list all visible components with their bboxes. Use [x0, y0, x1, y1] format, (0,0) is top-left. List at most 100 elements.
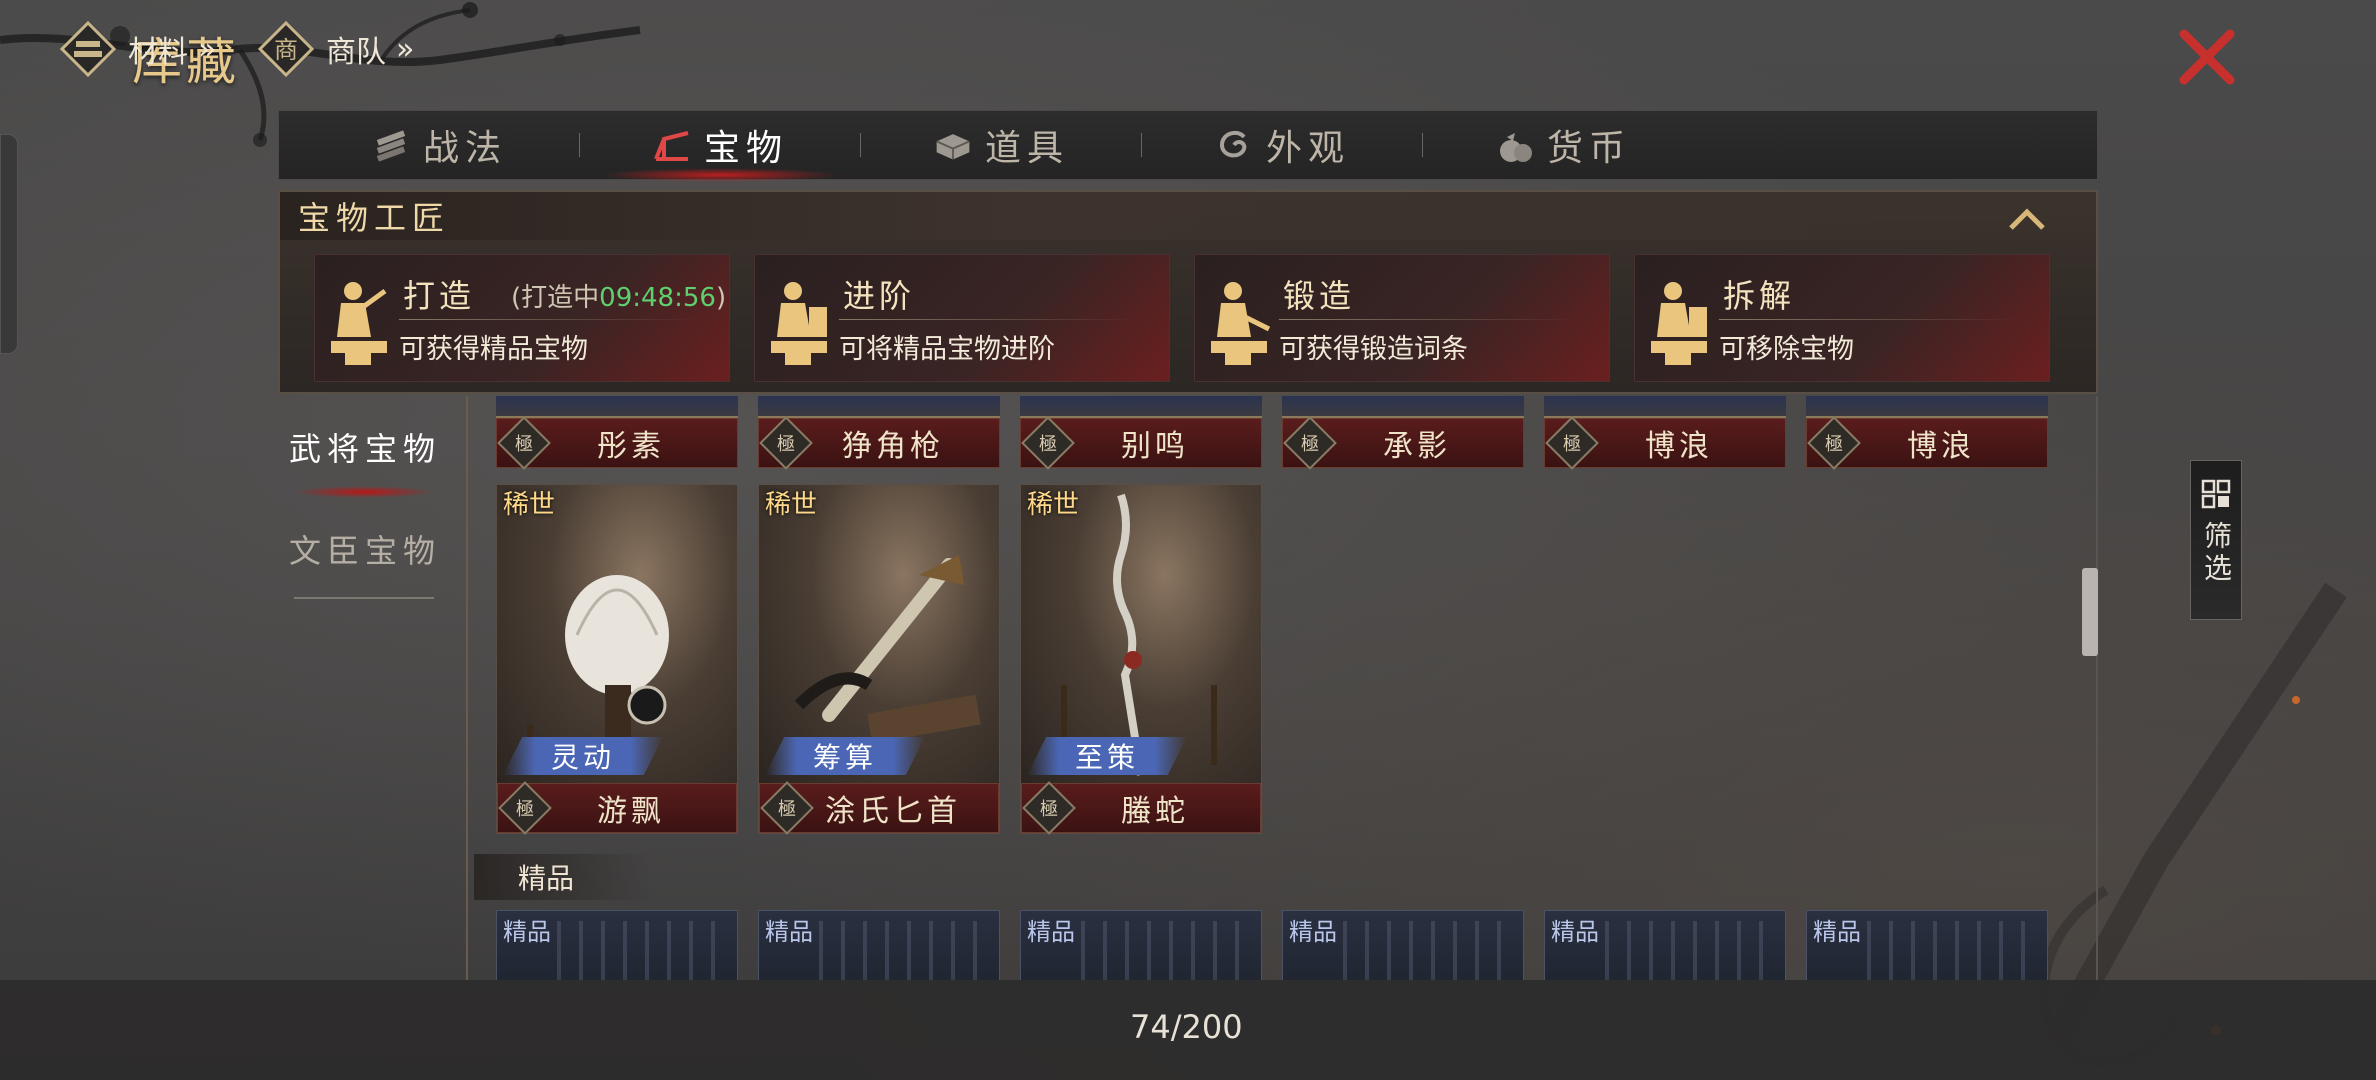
left-drawer-handle[interactable] — [0, 134, 18, 354]
swirl-icon — [1214, 125, 1254, 165]
materials-label: 材料 — [128, 35, 188, 70]
treasure-card[interactable]: 極狰角枪 — [758, 396, 1000, 470]
double-chevron-icon: » — [198, 31, 217, 67]
attribute-badge: 至策 — [1027, 737, 1187, 775]
forge-status: (打造中09:48:56) — [511, 283, 727, 313]
treasure-card[interactable]: 極博浪 — [1806, 396, 2048, 470]
filter-label: 筛选 — [2200, 521, 2233, 585]
blacksmith-icon — [331, 282, 387, 365]
fine-tag: 精品 — [503, 918, 551, 946]
fine-treasure-card[interactable]: 精品 — [758, 910, 1000, 980]
grid-filter-icon — [2201, 479, 2231, 509]
divider — [2096, 396, 2098, 980]
forge-timer: 09:48:56 — [599, 283, 716, 313]
filter-button[interactable]: 筛选 — [2190, 460, 2242, 620]
treasure-name: 博浪 — [1907, 429, 1975, 464]
blacksmith-icon — [771, 282, 827, 365]
craft-card-advance[interactable]: 进阶 可将精品宝物进阶 — [754, 254, 1170, 382]
treasure-card[interactable]: 極彤素 — [496, 396, 738, 470]
treasure-name: 螣蛇 — [1121, 794, 1189, 829]
treasure-name: 涂氏匕首 — [825, 794, 961, 829]
materials-icon — [59, 20, 117, 78]
craftsman-header: 宝物工匠 — [280, 192, 2096, 240]
craft-title: 锻造 — [1283, 277, 1356, 315]
money-bag-icon — [1495, 125, 1535, 165]
treasure-grid: 極彤素 極狰角枪 極别鸣 極承影 極博浪 極博浪 稀世 灵动 極游飘 稀世 筹算… — [470, 396, 2090, 980]
fine-treasure-card[interactable]: 精品 — [1282, 910, 1524, 980]
treasure-card[interactable]: 稀世 至策 極螣蛇 — [1020, 484, 1262, 835]
fine-treasure-row: 精品 精品 精品 精品 精品 精品 — [496, 910, 2048, 980]
double-chevron-icon: » — [396, 31, 415, 67]
treasure-frame-icon — [652, 125, 692, 165]
storage-count: 74/200 — [1130, 1008, 1243, 1046]
attribute-badge: 灵动 — [503, 737, 663, 775]
tab-appearance[interactable]: 外观 — [1142, 110, 1422, 180]
fine-treasure-card[interactable]: 精品 — [1020, 910, 1262, 980]
treasure-name: 博浪 — [1645, 429, 1713, 464]
treasure-name: 别鸣 — [1121, 429, 1189, 464]
craft-card-dismantle[interactable]: 拆解 可移除宝物 — [1634, 254, 2050, 382]
tab-label: 宝物 — [703, 128, 788, 169]
divider — [466, 396, 468, 980]
category-tabbar: 战法 宝物 道具 外观 货币 — [278, 110, 2098, 182]
craft-card-forge[interactable]: 打造 (打造中09:48:56) 可获得精品宝物 — [314, 254, 730, 382]
tab-label: 道具 — [984, 128, 1069, 169]
treasure-card[interactable]: 極承影 — [1282, 396, 1524, 470]
treasure-card[interactable]: 稀世 灵动 極游飘 — [496, 484, 738, 835]
caravan-label: 商队 — [326, 35, 386, 70]
craft-title: 打造 — [403, 277, 476, 315]
tab-currency[interactable]: 货币 — [1423, 110, 1703, 180]
chest-icon — [933, 125, 973, 165]
craft-title: 拆解 — [1723, 277, 1796, 315]
fine-tag: 精品 — [1289, 918, 1337, 946]
blacksmith-icon — [1651, 282, 1707, 365]
craft-desc: 可移除宝物 — [1719, 334, 1854, 365]
treasure-name: 狰角枪 — [842, 429, 944, 464]
tab-label: 外观 — [1265, 128, 1350, 169]
rarity-tag: 稀世 — [1027, 490, 1080, 520]
treasure-card[interactable]: 極别鸣 — [1020, 396, 1262, 470]
treasure-name: 彤素 — [597, 429, 665, 464]
tab-treasure[interactable]: 宝物 — [580, 110, 860, 182]
treasure-name: 承影 — [1383, 429, 1451, 464]
section-label-fine: 精品 — [474, 854, 654, 900]
blacksmith-icon — [1211, 282, 1271, 365]
craft-desc: 可获得锻造词条 — [1279, 334, 1468, 365]
fine-treasure-card[interactable]: 精品 — [1806, 910, 2048, 980]
treasure-craftsman-panel: 宝物工匠 打造 (打造中09:48:56) 可获得精品宝物 进阶 可将精品宝物进… — [278, 190, 2098, 394]
fine-tag: 精品 — [1551, 918, 1599, 946]
treasure-card[interactable]: 極博浪 — [1544, 396, 1786, 470]
side-tab-civil-treasure[interactable]: 文臣宝物 — [282, 526, 448, 572]
active-indicator — [294, 486, 434, 498]
rarity-tag: 稀世 — [765, 490, 818, 520]
fine-tag: 精品 — [1813, 918, 1861, 946]
tab-label: 战法 — [422, 128, 507, 169]
fine-tag: 精品 — [1027, 918, 1075, 946]
treasure-row-partial: 極彤素 極狰角枪 極别鸣 極承影 極博浪 極博浪 — [496, 396, 2048, 470]
caravan-button[interactable]: 商 商队 » — [256, 14, 414, 84]
treasure-card[interactable]: 稀世 筹算 極涂氏匕首 — [758, 484, 1000, 835]
close-icon[interactable] — [2176, 26, 2238, 88]
fine-treasure-card[interactable]: 精品 — [496, 910, 738, 980]
caravan-icon: 商 — [257, 20, 315, 78]
tab-label: 货币 — [1546, 128, 1631, 169]
svg-text:商: 商 — [274, 36, 298, 64]
rarity-tag: 稀世 — [503, 490, 556, 520]
scrollbar-thumb[interactable] — [2082, 568, 2098, 656]
treasure-row: 稀世 灵动 極游飘 稀世 筹算 極涂氏匕首 稀世 至策 極 螣蛇 — [496, 484, 1262, 835]
scroll-bundle-icon — [371, 125, 411, 165]
craft-desc: 可将精品宝物进阶 — [839, 334, 1055, 365]
craft-card-smithing[interactable]: 锻造 可获得锻造词条 — [1194, 254, 1610, 382]
fine-treasure-card[interactable]: 精品 — [1544, 910, 1786, 980]
treasure-name: 游飘 — [597, 794, 665, 829]
craft-desc: 可获得精品宝物 — [399, 334, 588, 365]
side-tab-general-treasure[interactable]: 武将宝物 — [282, 424, 448, 470]
tab-tactics[interactable]: 战法 — [299, 110, 579, 180]
craft-title: 进阶 — [843, 277, 916, 315]
chevron-up-icon[interactable] — [2008, 206, 2046, 230]
divider — [294, 597, 434, 599]
fine-tag: 精品 — [765, 918, 813, 946]
attribute-badge: 筹算 — [765, 737, 925, 775]
materials-button[interactable]: 材料 » — [58, 14, 216, 84]
tab-items[interactable]: 道具 — [861, 110, 1141, 180]
